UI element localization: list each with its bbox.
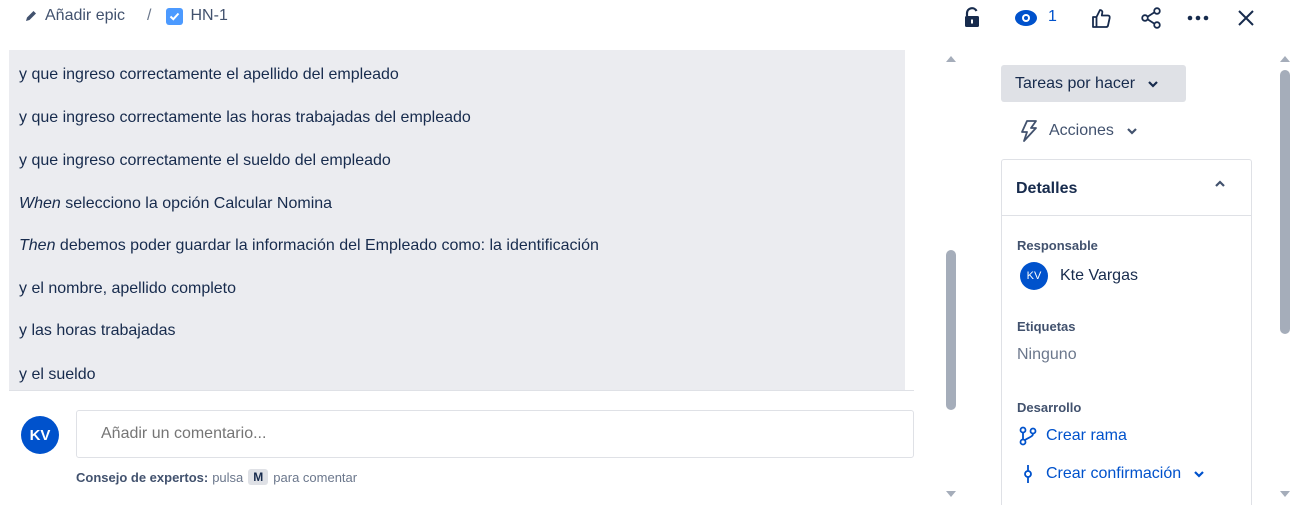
close-icon[interactable] bbox=[1234, 6, 1258, 30]
divider bbox=[9, 390, 914, 391]
pencil-icon bbox=[26, 11, 36, 21]
chevron-down-icon[interactable] bbox=[1193, 470, 1205, 478]
issue-header: Añadir epic / HN-1 1 bbox=[0, 0, 1296, 36]
development-label: Desarrollo bbox=[1017, 400, 1082, 415]
branch-icon bbox=[1018, 426, 1038, 446]
details-panel: Detalles Responsable KV Kte Vargas Etiqu… bbox=[1001, 159, 1252, 505]
description-line: y que ingreso correctamente las horas tr… bbox=[19, 109, 471, 126]
create-commit-label: Crear confirmación bbox=[1046, 465, 1182, 482]
description-line: y que ingreso correctamente el sueldo de… bbox=[19, 152, 391, 169]
chevron-down-icon bbox=[1148, 80, 1158, 88]
comment-input[interactable] bbox=[76, 410, 914, 458]
assignee-label: Responsable bbox=[1017, 238, 1098, 253]
create-branch-link[interactable]: Crear rama bbox=[1018, 426, 1127, 446]
tip-pre: pulsa bbox=[212, 469, 244, 485]
labels-value[interactable]: Ninguno bbox=[1017, 346, 1077, 364]
tip-post: para comentar bbox=[273, 469, 358, 485]
actions-button[interactable]: Acciones bbox=[1019, 120, 1138, 142]
shortcut-key: M bbox=[248, 469, 269, 485]
create-branch-label: Crear rama bbox=[1046, 427, 1127, 444]
create-commit-link[interactable]: Crear confirmación bbox=[1018, 464, 1205, 484]
chevron-down-icon bbox=[1127, 128, 1137, 135]
assignee-name: Kte Vargas bbox=[1060, 267, 1138, 284]
add-epic-link[interactable]: Añadir epic bbox=[45, 7, 125, 25]
description-field[interactable]: y que ingreso correctamente el apellido … bbox=[9, 50, 905, 390]
scroll-down-arrow[interactable] bbox=[1280, 491, 1290, 497]
description-line: Then debemos poder guardar la informació… bbox=[19, 237, 599, 254]
details-header[interactable]: Detalles bbox=[1002, 160, 1251, 216]
description-line: y las horas trabajadas bbox=[19, 322, 176, 339]
scroll-up-arrow[interactable] bbox=[946, 56, 956, 62]
scroll-down-arrow[interactable] bbox=[946, 491, 956, 497]
more-icon[interactable] bbox=[1186, 6, 1210, 30]
thumbs-up-icon[interactable] bbox=[1089, 6, 1113, 30]
commit-icon bbox=[1018, 464, 1038, 484]
share-icon[interactable] bbox=[1139, 6, 1163, 30]
chevron-up-icon[interactable] bbox=[1214, 180, 1226, 188]
avatar: KV bbox=[21, 416, 59, 454]
watch-count[interactable]: 1 bbox=[1048, 8, 1057, 26]
scrollbar-thumb[interactable] bbox=[1280, 70, 1290, 334]
description-line: When selecciono la opción Calcular Nomin… bbox=[19, 195, 333, 212]
unlock-icon[interactable] bbox=[960, 6, 984, 30]
actions-label: Acciones bbox=[1049, 122, 1114, 139]
description-line: y que ingreso correctamente el apellido … bbox=[19, 66, 399, 83]
description-line: y el sueldo bbox=[19, 366, 96, 383]
breadcrumb-separator: / bbox=[147, 7, 152, 24]
status-label: Tareas por hacer bbox=[1015, 74, 1136, 92]
tip-bold: Consejo de expertos: bbox=[76, 469, 209, 485]
labels-label: Etiquetas bbox=[1017, 319, 1076, 334]
comment-tip: Consejo de expertos: pulsa M para coment… bbox=[76, 469, 357, 485]
details-title: Detalles bbox=[1016, 180, 1078, 197]
description-line: y el nombre, apellido completo bbox=[19, 280, 237, 297]
scrollbar-thumb[interactable] bbox=[946, 250, 956, 410]
assignee-field[interactable]: KV Kte Vargas bbox=[1020, 262, 1138, 290]
lightning-icon bbox=[1021, 120, 1037, 142]
checkbox-icon bbox=[165, 7, 183, 25]
issue-key-link[interactable]: HN-1 bbox=[191, 7, 228, 25]
scroll-up-arrow[interactable] bbox=[1280, 56, 1290, 62]
status-dropdown[interactable]: Tareas por hacer bbox=[1001, 65, 1186, 102]
breadcrumb: Añadir epic / HN-1 bbox=[24, 7, 228, 25]
eye-icon[interactable] bbox=[1014, 6, 1038, 30]
avatar: KV bbox=[1020, 262, 1048, 290]
